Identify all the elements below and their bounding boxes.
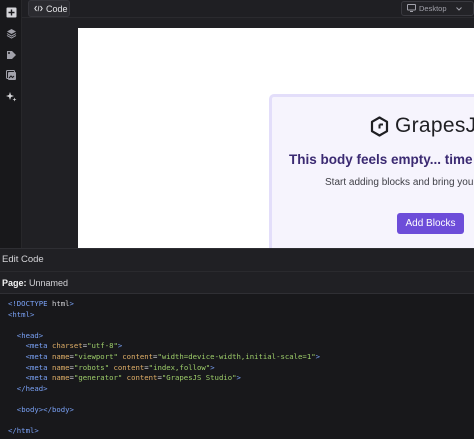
empty-state-title: This body feels empty... time to xyxy=(289,152,474,167)
add-box-icon[interactable] xyxy=(4,5,18,19)
chevron-down-icon xyxy=(455,4,462,13)
code-line: <html> xyxy=(8,309,35,319)
code-line: <head> xyxy=(16,330,44,340)
grapesjs-logo-icon xyxy=(370,115,389,137)
device-select-value: Desktop xyxy=(419,4,447,13)
panel-title: Edit Code xyxy=(2,254,44,265)
code-button-label: Code xyxy=(46,3,68,14)
grapesjs-logo: GrapesJ xyxy=(370,114,474,138)
code-editor[interactable]: <!DOCTYPE html> <html> <head> <meta chars… xyxy=(0,293,474,439)
code-line: <body></body> xyxy=(16,404,74,414)
code-line: </head> xyxy=(16,383,48,393)
code-line: <!DOCTYPE html> xyxy=(8,299,74,308)
empty-state-card: GrapesJ This body feels empty... time to… xyxy=(269,94,474,248)
device-select[interactable]: Desktop xyxy=(401,1,474,16)
ai-sparkle-icon[interactable] xyxy=(4,89,18,103)
layers-icon[interactable] xyxy=(4,26,18,40)
assets-icon[interactable] xyxy=(4,68,18,82)
logo-text: GrapesJ xyxy=(395,114,474,137)
code-line: <meta name="robots" content="index,follo… xyxy=(25,362,215,372)
top-toolbar: Code Desktop xyxy=(22,0,474,18)
code-button[interactable]: Code xyxy=(28,0,70,17)
code-line: </html> xyxy=(8,426,39,436)
left-sidebar xyxy=(0,0,22,248)
page-name: Unnamed xyxy=(29,278,69,288)
empty-state-subtitle: Start adding blocks and bring your xyxy=(325,177,474,188)
code-line: <meta name="viewport" content="width=dev… xyxy=(25,351,321,361)
page-label: Page: xyxy=(2,278,27,288)
code-panel: Edit Code Page: Unnamed <!DOCTYPE html> <… xyxy=(0,248,474,439)
add-blocks-button[interactable]: Add Blocks xyxy=(397,213,464,234)
code-icon xyxy=(34,4,43,14)
canvas-area: GrapesJ This body feels empty... time to… xyxy=(22,18,474,248)
styles-icon[interactable] xyxy=(4,47,18,61)
monitor-icon xyxy=(407,3,416,14)
page-info: Page: Unnamed xyxy=(2,278,68,288)
canvas-frame[interactable]: GrapesJ This body feels empty... time to… xyxy=(78,28,474,248)
code-line: <meta name="generator" content="GrapesJS… xyxy=(25,373,241,383)
code-line: <meta charset="utf-8"> xyxy=(25,341,123,351)
panel-divider xyxy=(0,271,474,272)
